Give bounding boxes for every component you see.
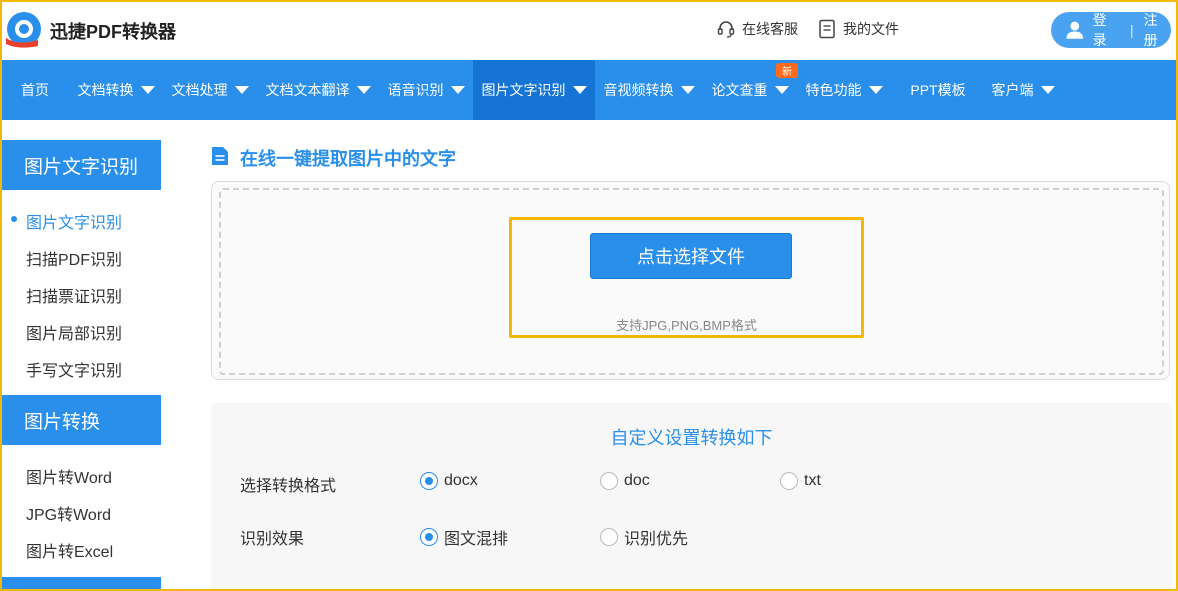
- radio-unchecked-icon: [600, 472, 618, 490]
- radio-checked-icon: [420, 528, 438, 546]
- radio-txt-label: txt: [804, 472, 821, 489]
- page-title: 在线一键提取图片中的文字: [240, 149, 456, 169]
- sidebar-item-partial-ocr[interactable]: 图片局部识别: [26, 320, 122, 344]
- customer-service-label: 在线客服: [742, 21, 798, 37]
- radio-doc[interactable]: doc: [600, 472, 650, 490]
- nav-client-label: 客户端: [991, 82, 1034, 98]
- sidebar-section-title-partial: [2, 577, 161, 591]
- my-files-link[interactable]: 我的文件: [817, 19, 899, 39]
- radio-doc-label: doc: [624, 472, 650, 489]
- nav-speech-label: 语音识别: [387, 82, 444, 98]
- radio-checked-icon: [420, 472, 438, 490]
- caret-down-icon: [356, 86, 371, 94]
- nav-doc-process[interactable]: 文档处理: [168, 60, 252, 120]
- radio-mixed-layout[interactable]: 图文混排: [420, 525, 508, 549]
- nav-ppt-label: PPT模板: [910, 82, 966, 98]
- sidebar-item-jpg-to-word[interactable]: JPG转Word: [26, 501, 111, 525]
- logo-text[interactable]: 迅捷PDF转换器: [50, 18, 176, 44]
- nav-av-convert-label: 音视频转换: [603, 82, 674, 98]
- nav-features-label: 特色功能: [805, 82, 862, 98]
- sidebar-item-scan-pdf[interactable]: 扫描PDF识别: [26, 246, 122, 270]
- format-row-label: 选择转换格式: [240, 478, 337, 495]
- nav-home[interactable]: 首页: [13, 60, 57, 120]
- top-header: 迅捷PDF转换器 在线客服 我的文件 登录 | 注册: [0, 0, 1178, 60]
- caret-down-icon: [774, 86, 789, 94]
- caret-down-icon: [450, 86, 465, 94]
- nav-image-ocr[interactable]: 图片文字识别: [473, 60, 595, 120]
- sidebar-section-title: 图片文字识别: [2, 140, 161, 190]
- caret-down-icon: [234, 86, 249, 94]
- sidebar-item-image-ocr[interactable]: 图片文字识别: [26, 209, 122, 233]
- choose-file-button[interactable]: 点击选择文件: [590, 233, 792, 279]
- radio-recognition-first[interactable]: 识别优先: [600, 525, 688, 549]
- nav-av-convert[interactable]: 音视频转换: [600, 60, 698, 120]
- nav-ppt-templates[interactable]: PPT模板: [904, 60, 972, 120]
- nav-doc-translate[interactable]: 文档文本翻译: [262, 60, 374, 120]
- nav-doc-convert[interactable]: 文档转换: [74, 60, 158, 120]
- file-icon: [819, 19, 835, 39]
- nav-features[interactable]: 特色功能: [802, 60, 886, 120]
- formats-hint: 支持JPG,PNG,BMP格式: [616, 318, 757, 333]
- radio-unchecked-icon: [780, 472, 798, 490]
- login-link[interactable]: 登录: [1093, 10, 1120, 50]
- radio-mixed-layout-label: 图文混排: [444, 531, 509, 548]
- radio-unchecked-icon: [600, 528, 618, 546]
- settings-title: 自定义设置转换如下: [610, 428, 773, 448]
- caret-down-icon: [1040, 86, 1055, 94]
- radio-txt[interactable]: txt: [780, 472, 821, 490]
- sidebar-item-image-to-excel[interactable]: 图片转Excel: [26, 538, 113, 562]
- nav-home-label: 首页: [21, 82, 49, 98]
- radio-docx[interactable]: docx: [420, 472, 478, 490]
- radio-docx-label: docx: [444, 472, 478, 489]
- nav-doc-translate-label: 文档文本翻译: [265, 82, 350, 98]
- nav-doc-process-label: 文档处理: [171, 82, 228, 98]
- user-icon: [1066, 21, 1084, 39]
- sidebar-item-handwriting[interactable]: 手写文字识别: [26, 357, 122, 381]
- effect-row-label: 识别效果: [240, 531, 305, 548]
- headset-icon: [717, 21, 735, 38]
- nav-plagiarism-label: 论文查重: [711, 82, 768, 98]
- nav-speech-recognition[interactable]: 语音识别: [384, 60, 468, 120]
- login-register-button[interactable]: 登录 | 注册: [1051, 12, 1171, 48]
- sidebar-section-title: 图片转换: [2, 395, 161, 445]
- customer-service-link[interactable]: 在线客服: [716, 19, 798, 39]
- sidebar-item-image-to-word[interactable]: 图片转Word: [26, 464, 112, 488]
- register-link[interactable]: 注册: [1144, 10, 1171, 50]
- radio-recognition-first-label: 识别优先: [624, 531, 689, 548]
- caret-down-icon: [140, 86, 155, 94]
- nav-doc-convert-label: 文档转换: [77, 82, 134, 98]
- nav-client[interactable]: 客户端: [988, 60, 1058, 120]
- document-icon: [212, 147, 228, 165]
- caret-down-icon: [572, 86, 587, 94]
- caret-down-icon: [868, 86, 883, 94]
- logo-icon: [6, 12, 41, 48]
- login-separator: |: [1129, 22, 1134, 38]
- main-nav: 首页 文档转换 文档处理 文档文本翻译 语音识别 图片文字识别 音视频转换 论文…: [0, 60, 1178, 120]
- active-dot-icon: [11, 216, 17, 222]
- nav-image-ocr-label: 图片文字识别: [481, 82, 566, 98]
- sidebar-item-scan-ticket[interactable]: 扫描票证识别: [26, 283, 122, 307]
- caret-down-icon: [680, 86, 695, 94]
- new-badge: 新: [776, 63, 798, 78]
- my-files-label: 我的文件: [843, 21, 899, 37]
